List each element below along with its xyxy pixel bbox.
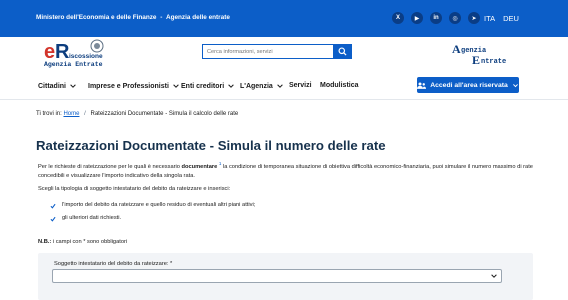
nav-label: Modulistica xyxy=(320,82,359,89)
nav-label: Enti creditori xyxy=(181,82,225,90)
check-icon xyxy=(50,216,56,222)
logo-right-text2: ntrate xyxy=(481,58,506,66)
search-box xyxy=(202,44,352,59)
note-bold: N.B.: xyxy=(38,239,52,245)
whatsapp-icon[interactable]: ◎ xyxy=(449,12,461,24)
agenzia-entrate-link[interactable]: Agenzia delle entrate xyxy=(166,14,230,21)
link-separator: - xyxy=(160,14,163,21)
svg-text:R: R xyxy=(55,41,70,63)
mef-link[interactable]: Ministero dell'Economia e delle Finanze xyxy=(36,14,156,21)
telegram-icon[interactable]: ➤ xyxy=(468,12,480,24)
linkedin-icon[interactable]: in xyxy=(430,12,442,24)
agenzia-entrate-logo[interactable]: A genzia E ntrate xyxy=(452,42,514,67)
language-switcher: ITA DEU xyxy=(484,14,519,23)
search-icon xyxy=(337,47,347,56)
lang-deu[interactable]: DEU xyxy=(503,14,519,23)
chevron-down-icon xyxy=(228,84,234,88)
nav-cittadini[interactable]: Cittadini xyxy=(38,82,77,90)
logo-left-text2: Agenzia Entrate xyxy=(44,61,103,68)
check-icon xyxy=(50,203,56,209)
breadcrumb-separator: / xyxy=(84,111,86,117)
social-links: X ▶ in ◎ ➤ xyxy=(392,12,480,24)
breadcrumb-prefix: Ti trovi in: xyxy=(36,111,62,117)
list-item: l'importo del debito da rateizzare e que… xyxy=(50,199,255,212)
site-header: e R iscossione Agenzia Entrate A genzia … xyxy=(0,37,568,72)
breadcrumb-home-link[interactable]: Home xyxy=(63,111,79,117)
list-item-text: l'importo del debito da rateizzare e que… xyxy=(62,202,256,208)
riscossione-logo[interactable]: e R iscossione Agenzia Entrate xyxy=(40,37,130,70)
list-item: gli ulteriori dati richiesti. xyxy=(50,212,255,225)
nav-imprese[interactable]: Imprese e Professionisti xyxy=(88,82,180,90)
list-item-text: gli ulteriori dati richiesti. xyxy=(62,215,122,221)
svg-text:e: e xyxy=(44,41,55,63)
nav-servizi[interactable]: Servizi xyxy=(289,82,312,89)
nav-label: Cittadini xyxy=(38,82,66,90)
chevron-down-icon xyxy=(277,84,283,88)
debtor-type-label: Soggetto intestatario del debito da rate… xyxy=(54,261,173,267)
reserved-area-button[interactable]: Accedi all'area riservata xyxy=(417,77,519,93)
breadcrumb-current: Rateizzazioni Documentate - Simula il ca… xyxy=(90,111,239,117)
users-icon xyxy=(417,82,427,89)
required-fields-note: N.B.: i campi con * sono obbligatori xyxy=(38,239,127,245)
logo-left-text1: iscossione xyxy=(69,53,103,60)
svg-text:E: E xyxy=(472,53,480,66)
chevron-down-icon xyxy=(70,84,76,88)
intro-bold: documentare xyxy=(181,163,218,170)
main-navigation: Cittadini Imprese e Professionisti Enti … xyxy=(0,72,568,100)
top-bar: Ministero dell'Economia e delle Finanze … xyxy=(0,0,568,37)
svg-text:A: A xyxy=(452,42,461,56)
chevron-down-icon xyxy=(512,83,518,87)
debtor-type-select[interactable] xyxy=(52,269,502,283)
requirements-list: l'importo del debito da rateizzare e que… xyxy=(50,199,255,225)
intro-paragraph: Per le richieste di rateizzazione per le… xyxy=(38,160,533,180)
chevron-down-icon xyxy=(173,84,179,88)
intro-text-a: Per le richieste di rateizzazione per le… xyxy=(38,163,182,170)
nav-modulistica[interactable]: Modulistica xyxy=(320,82,359,89)
note-text: i campi con * sono obbligatori xyxy=(51,239,128,245)
search-input[interactable] xyxy=(203,45,333,58)
nav-label: L'Agenzia xyxy=(240,82,273,90)
nav-label: Imprese e Professionisti xyxy=(88,82,169,90)
lang-ita[interactable]: ITA xyxy=(484,14,495,23)
x-icon[interactable]: X xyxy=(392,12,404,24)
instruction-text: Scegli la tipologia di soggetto intestat… xyxy=(38,186,231,192)
nav-agenzia[interactable]: L'Agenzia xyxy=(240,82,284,90)
reserved-area-label: Accedi all'area riservata xyxy=(430,81,508,89)
simulation-form: Soggetto intestatario del debito da rate… xyxy=(38,253,533,300)
nav-label: Servizi xyxy=(289,82,312,89)
institutional-links: Ministero dell'Economia e delle Finanze … xyxy=(36,14,230,21)
youtube-icon[interactable]: ▶ xyxy=(411,12,423,24)
nav-enti-creditori[interactable]: Enti creditori xyxy=(181,82,235,90)
search-button[interactable] xyxy=(333,45,351,58)
chevron-down-icon xyxy=(491,274,497,278)
breadcrumb: Ti trovi in: Home / Rateizzazioni Docume… xyxy=(36,111,238,117)
page-title: Rateizzazioni Documentate - Simula il nu… xyxy=(36,138,386,153)
